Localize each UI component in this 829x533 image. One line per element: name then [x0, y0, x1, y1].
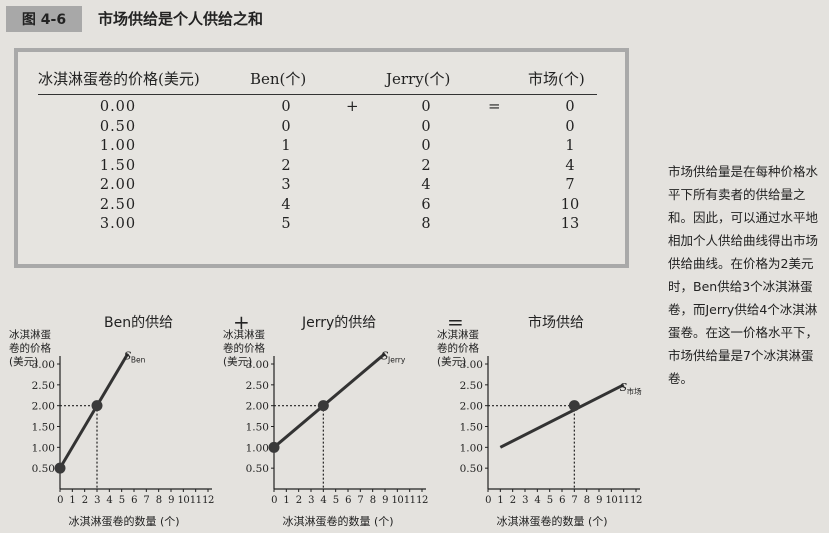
- x-tick-label: 9: [596, 495, 602, 506]
- x-tick-label: 3: [94, 495, 100, 506]
- x-tick-label: 7: [571, 495, 577, 506]
- x-tick-label: 9: [382, 495, 388, 506]
- x-tick-label: 10: [177, 495, 189, 506]
- supply-curve: [273, 352, 386, 449]
- curve-label-subscript: Jerry: [387, 356, 406, 365]
- x-tick-label: 8: [156, 495, 162, 506]
- y-axis-label: 卷的价格: [9, 342, 51, 355]
- x-tick-label: 12: [416, 495, 428, 506]
- curve-label-subscript: Ben: [131, 356, 146, 365]
- x-tick-label: 6: [345, 495, 351, 506]
- x-tick-label: 8: [584, 495, 590, 506]
- x-tick-label: 6: [559, 495, 565, 506]
- x-tick-label: 9: [168, 495, 174, 506]
- y-tick-label: 0.50: [32, 463, 55, 475]
- supply-charts: 0.501.001.502.002.503.000 1 2 3 4 5 6 7 8 9 10 11 12…: [9, 328, 642, 528]
- x-tick-label: 2: [296, 495, 302, 506]
- data-point: [317, 400, 329, 412]
- x-axis-label: 冰淇淋蛋卷的数量 (个): [68, 514, 179, 528]
- y-tick-label: 2.00: [32, 401, 55, 413]
- x-tick-label: 11: [618, 495, 630, 506]
- x-tick-label: 0: [485, 495, 491, 506]
- x-tick-label: 11: [190, 495, 202, 506]
- x-tick-label: 6: [131, 495, 137, 506]
- y-tick-label: 1.50: [246, 422, 269, 434]
- x-axis-label: 冰淇淋蛋卷的数量 (个): [496, 514, 607, 528]
- y-axis-label: 冰淇淋蛋: [9, 328, 51, 341]
- x-tick-label: 1: [69, 495, 75, 506]
- y-tick-label: 1.00: [246, 442, 269, 454]
- x-tick-label: 2: [510, 495, 516, 506]
- x-tick-label: 0: [57, 495, 63, 506]
- y-axis-label: 冰淇淋蛋: [223, 328, 265, 341]
- y-tick-label: 1.50: [460, 422, 483, 434]
- x-tick-label: 3: [308, 495, 314, 506]
- y-tick-label: 2.50: [246, 380, 269, 392]
- y-tick-label: 1.00: [32, 442, 55, 454]
- y-axis-label: (美元): [223, 355, 252, 368]
- y-tick-label: 2.00: [460, 401, 483, 413]
- x-tick-label: 8: [370, 495, 376, 506]
- x-tick-label: 10: [605, 495, 617, 506]
- data-point: [54, 462, 66, 474]
- y-tick-label: 2.50: [32, 380, 55, 392]
- data-point: [568, 400, 580, 412]
- y-tick-label: 0.50: [460, 463, 483, 475]
- x-tick-label: 10: [391, 495, 403, 506]
- curve-label-subscript: 市场: [627, 386, 642, 396]
- x-tick-label: 5: [547, 495, 553, 506]
- x-tick-label: 4: [106, 495, 112, 506]
- supply-curve: [58, 352, 130, 469]
- x-tick-label: 11: [404, 495, 416, 506]
- x-axis-label: 冰淇淋蛋卷的数量 (个): [282, 514, 393, 528]
- x-tick-label: 7: [143, 495, 149, 506]
- x-tick-label: 7: [357, 495, 363, 506]
- supply-curve: [499, 383, 625, 449]
- x-tick-label: 2: [82, 495, 88, 506]
- y-axis-label: 卷的价格: [223, 342, 265, 355]
- y-axis-label: 冰淇淋蛋: [437, 328, 479, 341]
- x-tick-label: 3: [522, 495, 528, 506]
- x-tick-label: 4: [534, 495, 540, 506]
- x-tick-label: 12: [202, 495, 214, 506]
- x-tick-label: 5: [119, 495, 125, 506]
- x-tick-label: 5: [333, 495, 339, 506]
- y-axis-label: 卷的价格: [437, 342, 479, 355]
- x-tick-label: 0: [271, 495, 277, 506]
- x-tick-label: 1: [497, 495, 503, 506]
- y-tick-label: 1.50: [32, 422, 55, 434]
- y-tick-label: 0.50: [246, 463, 269, 475]
- y-axis-label: (美元): [9, 355, 38, 368]
- data-point: [268, 441, 280, 453]
- data-point: [91, 400, 103, 412]
- y-tick-label: 2.00: [246, 401, 269, 413]
- x-tick-label: 1: [283, 495, 289, 506]
- x-tick-label: 12: [630, 495, 642, 506]
- y-tick-label: 1.00: [460, 442, 483, 454]
- y-tick-label: 2.50: [460, 380, 483, 392]
- x-tick-label: 4: [320, 495, 326, 506]
- y-axis-label: (美元): [437, 355, 466, 368]
